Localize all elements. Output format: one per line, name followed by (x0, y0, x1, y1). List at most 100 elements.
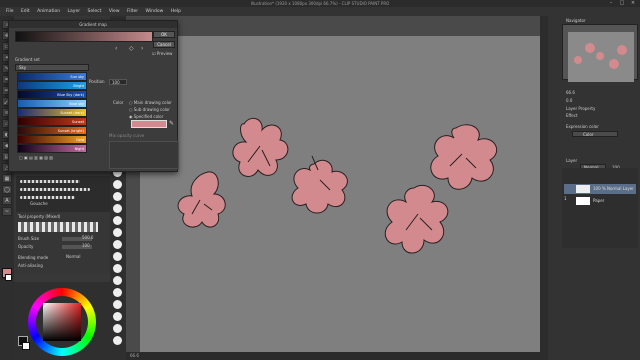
brush-name[interactable]: Gouache (30, 201, 48, 206)
menu-file[interactable]: File (6, 9, 14, 14)
gradient-preview[interactable] (15, 31, 153, 42)
zoom-readout: 66.6 (130, 353, 139, 358)
balloon-tool-icon[interactable]: ◯ (2, 185, 12, 194)
brush-size-dot[interactable] (113, 252, 122, 261)
eyedropper-icon[interactable]: ✎ (169, 120, 174, 127)
gradient-map-dialog: Gradient map OK Cancel ☑ Preview ‹ ◇ › G… (8, 20, 179, 172)
thumb-flower (617, 45, 627, 55)
brush-size-dot[interactable] (113, 324, 122, 333)
menu-help[interactable]: Help (171, 9, 181, 14)
brush-size-dot[interactable] (113, 180, 122, 189)
layer-row[interactable]: Paper (564, 196, 636, 206)
zoom-value[interactable]: 66.6 (566, 90, 575, 95)
position-label: Position (89, 79, 105, 84)
layer-panel-title: Layer (566, 158, 578, 163)
bookmark-icon[interactable]: ◇ (129, 45, 134, 52)
dialog-title: Gradient map (9, 21, 177, 28)
brush-preview[interactable] (20, 196, 75, 199)
gradient-swatch[interactable]: Night (17, 144, 87, 153)
antialias-row[interactable]: Anti-aliasing (18, 262, 106, 269)
close-button[interactable]: × (628, 0, 638, 7)
brush-preview[interactable] (20, 180, 80, 183)
opacity-value: 100 (82, 243, 90, 248)
expression-color-label: Expression color (566, 124, 599, 129)
thumb-flower (596, 52, 604, 60)
opacity-curve-box[interactable] (109, 141, 179, 169)
brush-size-dot[interactable] (113, 300, 122, 309)
brush-size-dot[interactable] (113, 192, 122, 201)
navigator-preview[interactable] (568, 32, 634, 82)
gradient-swatch[interactable]: Blue sky (17, 99, 87, 108)
maximize-button[interactable]: □ (617, 0, 627, 7)
thumb-flower (609, 59, 619, 69)
layer-thumbnail (576, 185, 590, 193)
flower-2 (177, 171, 226, 228)
text-tool-icon[interactable]: A (2, 196, 12, 205)
gradient-set-label: Gradient set (15, 57, 40, 62)
menu-layer[interactable]: Layer (68, 9, 81, 14)
minimize-button[interactable]: – (606, 0, 616, 7)
gradient-swatch[interactable]: Gold (17, 135, 87, 144)
menu-edit[interactable]: Edit (21, 9, 30, 14)
brush-size-dot[interactable] (113, 216, 122, 225)
curve-label: Mix opacity curve (109, 133, 145, 138)
effect-label: Effect (566, 113, 578, 118)
thumb-flower (585, 43, 595, 53)
gradient-swatch[interactable]: Sunset (bright) (17, 126, 87, 135)
flower-3 (291, 155, 348, 214)
specified-color-radio[interactable]: ◉ Specified color (129, 114, 163, 119)
gradient-swatch[interactable]: Blue Sky (dark) (17, 90, 87, 99)
brush-size-dot[interactable] (113, 336, 122, 345)
brush-size-dot[interactable] (113, 228, 122, 237)
gradient-swatch[interactable]: Sunset (17, 117, 87, 126)
brush-size-dot[interactable] (113, 288, 122, 297)
layer-list (562, 168, 638, 248)
wheel-sub-color[interactable] (22, 342, 30, 350)
correct-line-tool-icon[interactable]: ~ (2, 207, 12, 216)
prev-gradient-icon[interactable]: ‹ (115, 45, 117, 52)
brush-tip-preview (18, 222, 98, 232)
ok-button[interactable]: OK (153, 31, 175, 38)
flower-1 (232, 117, 289, 177)
brush-size-dot[interactable] (113, 312, 122, 321)
layer-thumbnail (576, 197, 590, 205)
menu-select[interactable]: Select (88, 9, 102, 14)
blending-row[interactable]: Blending mode (18, 254, 106, 261)
rotation-value[interactable]: 0.0 (566, 98, 572, 103)
position-input[interactable]: 100 (109, 79, 127, 85)
flower-5 (430, 124, 498, 190)
gradient-swatch[interactable]: Sun sky (17, 72, 87, 81)
gradient-swatch[interactable]: Sunset (dark) (17, 108, 87, 117)
brush-size-dot[interactable] (113, 276, 122, 285)
color-label: Color (113, 100, 124, 105)
gradient-swatch[interactable]: Bright (17, 81, 87, 90)
brush-size-value: 500.0 (82, 235, 94, 240)
cancel-button[interactable]: Cancel (153, 41, 175, 48)
menu-bar: File Edit Animation Layer Select View Fi… (0, 7, 640, 16)
specified-color-swatch[interactable] (131, 120, 167, 128)
expression-color-select[interactable]: Color (572, 131, 618, 137)
sub-color-radio[interactable]: ○ Sub drawing color (129, 107, 170, 112)
menu-window[interactable]: Window (146, 9, 164, 14)
brush-size-dot[interactable] (113, 240, 122, 249)
layer-property-title: Layer Property (566, 106, 596, 111)
layer-row[interactable]: 100 % Normal Layer 1 (564, 184, 636, 201)
brush-size-dot[interactable] (113, 204, 122, 213)
navigator-title: Navigator (566, 18, 586, 23)
menu-view[interactable]: View (109, 9, 120, 14)
saturation-value-square[interactable] (43, 303, 81, 341)
blending-value[interactable]: Normal (66, 254, 80, 259)
title-bar: Illustration* (1920 x 1080px 300dpi 66.7… (0, 0, 640, 7)
frame-tool-icon[interactable]: ▦ (2, 174, 12, 183)
next-gradient-icon[interactable]: › (141, 45, 143, 52)
menu-filter[interactable]: Filter (127, 9, 138, 14)
gradient-set-select[interactable]: Sky (15, 64, 89, 71)
preview-checkbox[interactable]: ☑ Preview (152, 51, 172, 56)
menu-animation[interactable]: Animation (37, 9, 60, 14)
main-color-radio[interactable]: ○ Main drawing color (129, 100, 172, 105)
canvas[interactable] (140, 36, 540, 352)
sub-color-swatch[interactable] (5, 274, 12, 281)
brush-size-dot[interactable] (113, 264, 122, 273)
set-tools[interactable]: ▢ ▣ ▤ ▥ ▦ ▧ ▨ (19, 155, 53, 160)
brush-preview[interactable] (20, 188, 90, 191)
